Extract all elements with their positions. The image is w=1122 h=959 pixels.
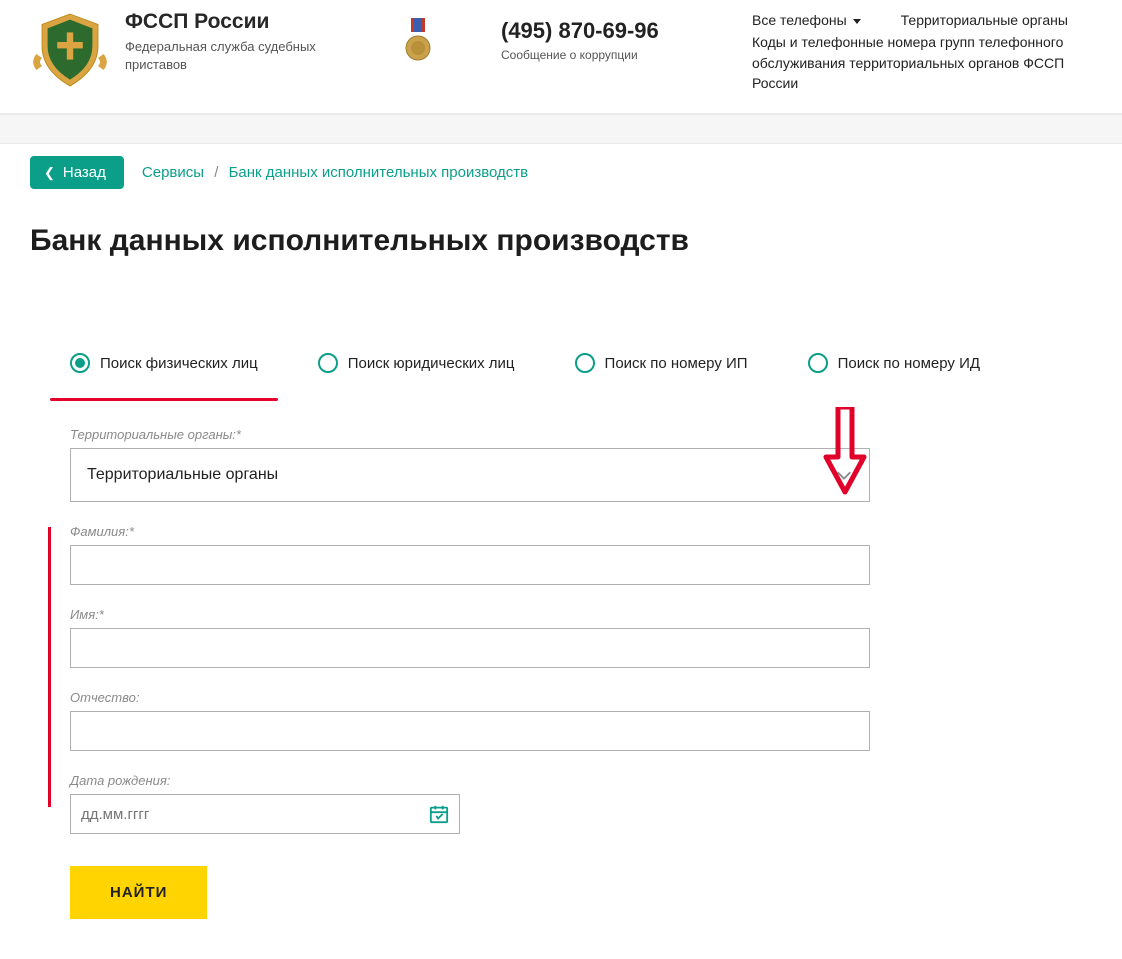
dob-input-wrap[interactable] — [70, 794, 460, 834]
search-form: Территориальные органы:* Территориальные… — [30, 427, 870, 919]
annotation-side-line — [48, 527, 51, 807]
page-body: ❮ Назад Сервисы / Банк данных исполнител… — [0, 144, 1122, 959]
middlename-input[interactable] — [70, 711, 870, 751]
brand-text: ФССП России Федеральная служба судебных … — [125, 10, 325, 74]
dob-input[interactable] — [81, 806, 421, 823]
link-territorial[interactable]: Территориальные органы — [901, 10, 1068, 30]
brand-subtitle: Федеральная служба судебных приставов — [125, 38, 325, 74]
tab-label: Поиск физических лиц — [100, 355, 258, 372]
tab-legal-entities[interactable]: Поиск юридических лиц — [318, 353, 515, 377]
territory-select[interactable]: Территориальные органы — [70, 448, 870, 502]
breadcrumb-separator: / — [214, 164, 218, 181]
radio-icon — [575, 353, 595, 373]
submit-button[interactable]: НАЙТИ — [70, 866, 207, 919]
active-underline — [50, 398, 278, 401]
phone-block: (495) 870-69-96 Сообщение о коррупции — [501, 18, 659, 62]
fssp-emblem-icon — [30, 10, 110, 90]
crumb-services[interactable]: Сервисы — [142, 164, 204, 181]
tab-label: Поиск по номеру ИД — [838, 355, 980, 372]
search-tabs: Поиск физических лиц Поиск юридических л… — [30, 353, 1092, 377]
chevron-left-icon: ❮ — [44, 165, 55, 181]
firstname-input[interactable] — [70, 628, 870, 668]
nav-row: ❮ Назад Сервисы / Банк данных исполнител… — [30, 156, 1092, 189]
lastname-input[interactable] — [70, 545, 870, 585]
back-button-label: Назад — [63, 164, 106, 181]
territory-label: Территориальные органы:* — [70, 427, 870, 442]
dob-label: Дата рождения: — [70, 773, 460, 788]
back-button[interactable]: ❮ Назад — [30, 156, 124, 189]
page-title: Банк данных исполнительных производств — [30, 224, 1092, 258]
middlename-label: Отчество: — [70, 690, 870, 705]
logo-block: ФССП России Федеральная служба судебных … — [30, 10, 325, 90]
radio-icon — [808, 353, 828, 373]
link-codes[interactable]: Коды и телефонные номера групп телефонно… — [752, 34, 1064, 91]
brand-title: ФССП России — [125, 10, 325, 34]
gray-band — [0, 114, 1122, 144]
lastname-group: Фамилия:* — [70, 524, 870, 585]
crumb-current[interactable]: Банк данных исполнительных производств — [229, 164, 529, 181]
dob-group: Дата рождения: — [70, 773, 460, 834]
phone-number[interactable]: (495) 870-69-96 — [501, 18, 659, 44]
tab-label: Поиск юридических лиц — [348, 355, 515, 372]
medal-icon — [405, 18, 431, 62]
top-links: Все телефоны Территориальные органы Коды… — [752, 10, 1102, 93]
phone-label: Сообщение о коррупции — [501, 48, 659, 62]
territory-group: Территориальные органы:* Территориальные… — [70, 427, 870, 502]
tab-label: Поиск по номеру ИП — [605, 355, 748, 372]
tab-individuals[interactable]: Поиск физических лиц — [70, 353, 258, 377]
medal-block — [405, 18, 431, 62]
tab-by-id-number[interactable]: Поиск по номеру ИД — [808, 353, 980, 377]
header: ФССП России Федеральная служба судебных … — [0, 0, 1122, 114]
radio-icon — [318, 353, 338, 373]
breadcrumb: Сервисы / Банк данных исполнительных про… — [142, 164, 528, 181]
caret-down-icon — [853, 19, 861, 24]
tab-by-ip-number[interactable]: Поиск по номеру ИП — [575, 353, 748, 377]
lastname-label: Фамилия:* — [70, 524, 870, 539]
territory-selected-value: Территориальные органы — [87, 466, 278, 484]
link-all-phones[interactable]: Все телефоны — [752, 10, 861, 30]
radio-icon — [70, 353, 90, 373]
firstname-group: Имя:* — [70, 607, 870, 668]
middlename-group: Отчество: — [70, 690, 870, 751]
annotation-arrow-icon — [820, 407, 870, 497]
firstname-label: Имя:* — [70, 607, 870, 622]
calendar-icon[interactable] — [429, 804, 449, 824]
